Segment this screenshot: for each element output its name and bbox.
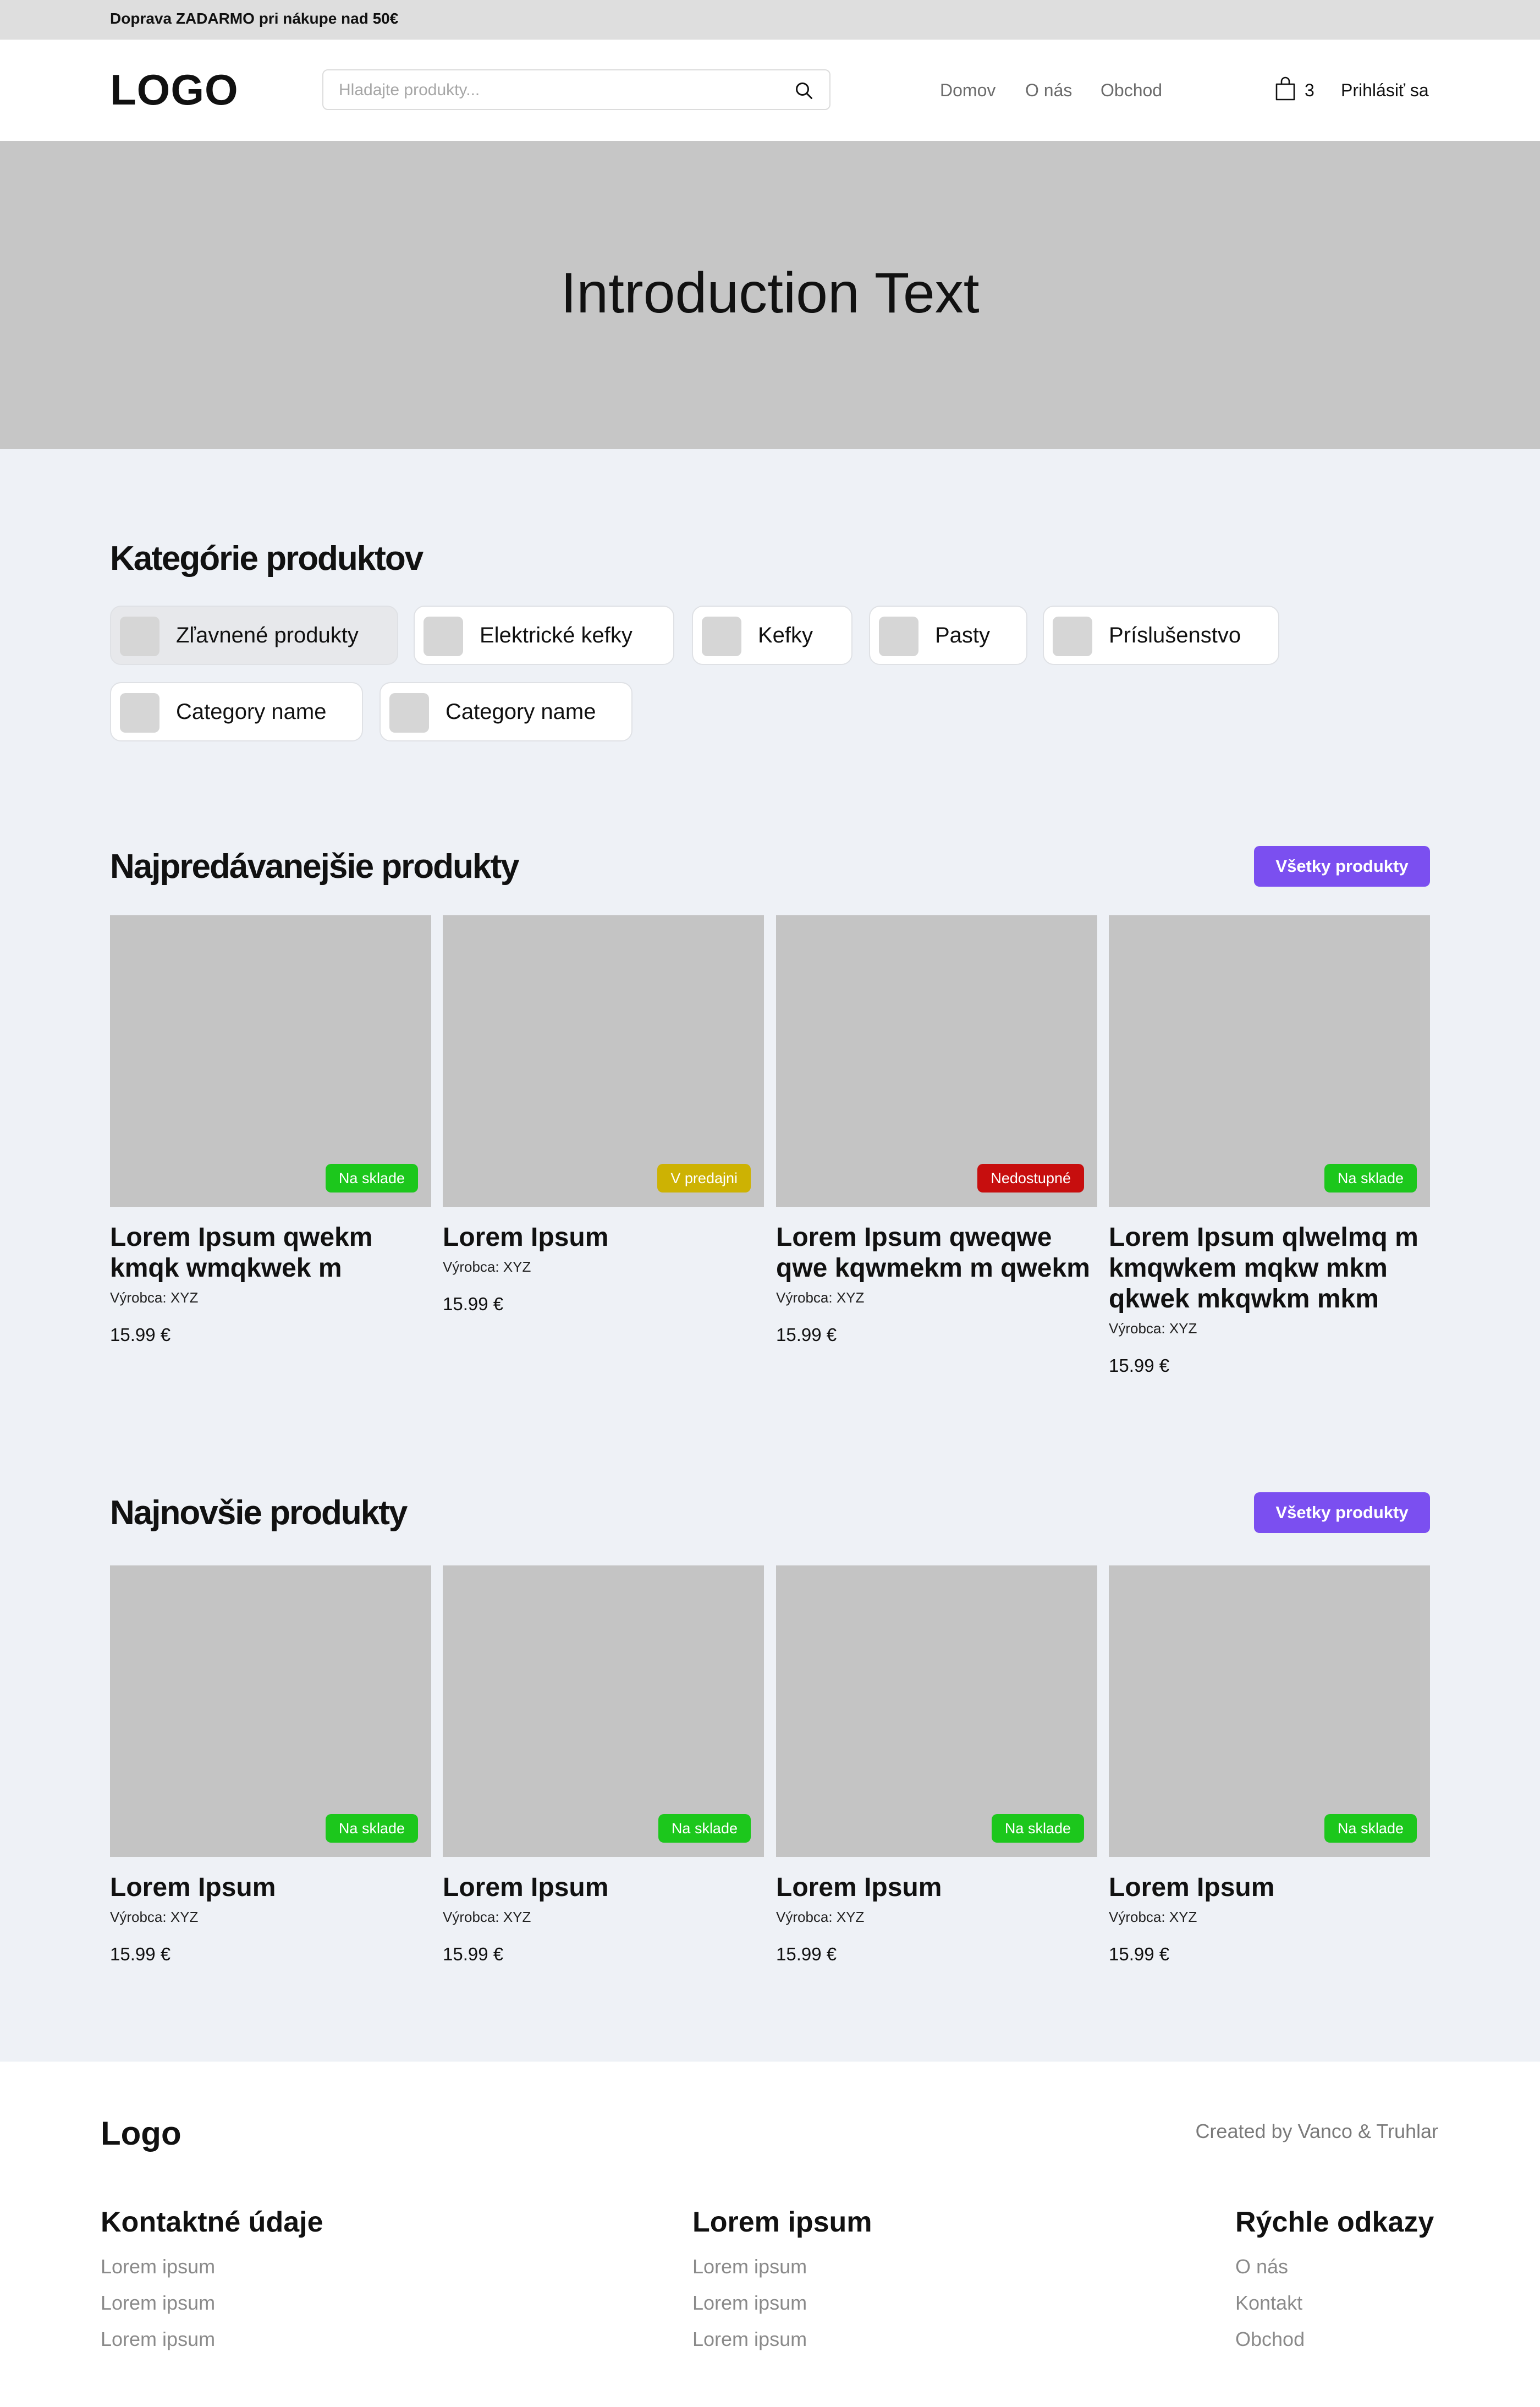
product-maker: Výrobca: XYZ	[776, 1289, 865, 1306]
footer-column-title: Rýchle odkazy	[1235, 2206, 1434, 2238]
nav-link-domov[interactable]: Domov	[940, 80, 996, 101]
category-label: Category name	[176, 700, 327, 724]
stock-badge: Na sklade	[658, 1814, 751, 1843]
bestsellers-title: Najpredávanejšie produkty	[110, 848, 519, 886]
footer-link-kontakt[interactable]: Kontakt	[1235, 2291, 1302, 2315]
search-box[interactable]	[322, 69, 831, 110]
site-header: LOGO Domov O nás Obchod 3 Prihlásiť sa	[0, 40, 1540, 141]
footer-link[interactable]: Lorem ipsum	[101, 2255, 215, 2278]
product-title[interactable]: Lorem Ipsum	[443, 1872, 767, 1903]
product-image[interactable]	[110, 915, 431, 1207]
product-maker: Výrobca: XYZ	[1109, 1909, 1197, 1925]
product-maker: Výrobca: XYZ	[110, 1289, 199, 1306]
bestsellers-all-products-button[interactable]: Všetky produkty	[1254, 846, 1430, 887]
product-image[interactable]	[1109, 915, 1430, 1207]
stock-badge: Na sklade	[1324, 1814, 1417, 1843]
category-chip-category-name[interactable]: Category name	[110, 682, 363, 741]
promo-bar: Doprava ZADARMO pri nákupe nad 50€	[0, 0, 1540, 40]
newest-all-products-button[interactable]: Všetky produkty	[1254, 1492, 1430, 1533]
stock-badge: Nedostupné	[977, 1164, 1084, 1192]
footer-column-title: Lorem ipsum	[692, 2206, 872, 2238]
hero-banner: Introduction Text	[0, 141, 1540, 449]
product-maker: Výrobca: XYZ	[776, 1909, 865, 1925]
product-price: 15.99 €	[110, 1944, 171, 1964]
footer-logo[interactable]: Logo	[101, 2114, 182, 2152]
product-title[interactable]: Lorem Ipsum qweqwe qwe kqwmekm m qwekm	[776, 1222, 1101, 1284]
product-title[interactable]: Lorem Ipsum	[776, 1872, 1101, 1903]
cart-count[interactable]: 3	[1305, 80, 1314, 101]
product-image[interactable]	[110, 1565, 431, 1857]
category-image	[424, 617, 463, 656]
product-price: 15.99 €	[110, 1325, 171, 1345]
category-chip-zlavnene[interactable]: Zľavnené produkty	[110, 606, 398, 665]
category-image	[702, 617, 741, 656]
category-chip-prislusenstvo[interactable]: Príslušenstvo	[1043, 606, 1279, 665]
product-image[interactable]	[443, 1565, 764, 1857]
category-label: Elektrické kefky	[480, 623, 632, 647]
promo-text: Doprava ZADARMO pri nákupe nad 50€	[110, 10, 399, 27]
footer-link[interactable]: Lorem ipsum	[101, 2291, 215, 2315]
footer-column-title: Kontaktné údaje	[101, 2206, 323, 2238]
category-image	[120, 617, 160, 656]
product-price: 15.99 €	[776, 1325, 837, 1345]
category-label: Kefky	[758, 623, 813, 647]
product-image[interactable]	[776, 1565, 1097, 1857]
category-image	[120, 693, 160, 733]
category-chip-elektricke-kefky[interactable]: Elektrické kefky	[414, 606, 674, 665]
nav-link-obchod[interactable]: Obchod	[1101, 80, 1162, 101]
product-price: 15.99 €	[776, 1944, 837, 1964]
search-input[interactable]	[339, 78, 779, 102]
product-title[interactable]: Lorem Ipsum	[110, 1872, 435, 1903]
site-footer: Logo Created by Vanco & Truhlar Kontaktn…	[0, 2062, 1540, 2407]
category-image	[879, 617, 919, 656]
stock-badge: Na sklade	[325, 1814, 418, 1843]
category-chip-kefky[interactable]: Kefky	[692, 606, 853, 665]
product-price: 15.99 €	[1109, 1944, 1170, 1964]
category-image	[389, 693, 429, 733]
footer-link[interactable]: Lorem ipsum	[692, 2255, 807, 2278]
stock-badge: Na sklade	[1324, 1164, 1417, 1192]
product-price: 15.99 €	[1109, 1355, 1170, 1376]
product-image[interactable]	[443, 915, 764, 1207]
nav-link-o-nas[interactable]: O nás	[1025, 80, 1072, 101]
shopping-bag-icon[interactable]	[1275, 76, 1296, 101]
product-maker: Výrobca: XYZ	[443, 1909, 531, 1925]
product-price: 15.99 €	[443, 1944, 504, 1964]
product-maker: Výrobca: XYZ	[1109, 1320, 1197, 1337]
footer-credit: Created by Vanco & Truhlar	[1195, 2120, 1438, 2142]
product-price: 15.99 €	[443, 1294, 504, 1314]
site-logo[interactable]: LOGO	[110, 65, 239, 115]
stock-badge: Na sklade	[325, 1164, 418, 1192]
category-label: Pasty	[935, 623, 991, 647]
category-chip-pasty[interactable]: Pasty	[869, 606, 1027, 665]
search-icon[interactable]	[794, 81, 814, 101]
product-maker: Výrobca: XYZ	[110, 1909, 199, 1925]
category-image	[1053, 617, 1092, 656]
newest-title: Najnovšie produkty	[110, 1494, 408, 1532]
login-link[interactable]: Prihlásiť sa	[1341, 80, 1429, 101]
hero-title: Introduction Text	[560, 261, 980, 325]
footer-link[interactable]: Lorem ipsum	[101, 2328, 215, 2351]
product-title[interactable]: Lorem Ipsum	[1109, 1872, 1433, 1903]
category-label: Zľavnené produkty	[176, 623, 359, 647]
footer-link-obchod[interactable]: Obchod	[1235, 2328, 1305, 2351]
stock-badge: Na sklade	[991, 1814, 1084, 1843]
footer-link[interactable]: Lorem ipsum	[692, 2328, 807, 2351]
product-image[interactable]	[1109, 1565, 1430, 1857]
category-chip-category-name[interactable]: Category name	[380, 682, 632, 741]
footer-link-o-nas[interactable]: O nás	[1235, 2255, 1288, 2278]
categories-title: Kategórie produktov	[110, 540, 424, 578]
product-maker: Výrobca: XYZ	[443, 1259, 531, 1275]
product-title[interactable]: Lorem Ipsum qlwelmq m kmqwkem mqkw mkm q…	[1109, 1222, 1433, 1315]
product-image[interactable]	[776, 915, 1097, 1207]
product-title[interactable]: Lorem Ipsum	[443, 1222, 767, 1253]
category-label: Category name	[446, 700, 596, 724]
stock-badge: V predajni	[657, 1164, 751, 1192]
category-label: Príslušenstvo	[1109, 623, 1241, 647]
product-title[interactable]: Lorem Ipsum qwekm kmqk wmqkwek m	[110, 1222, 435, 1284]
footer-link[interactable]: Lorem ipsum	[692, 2291, 807, 2315]
